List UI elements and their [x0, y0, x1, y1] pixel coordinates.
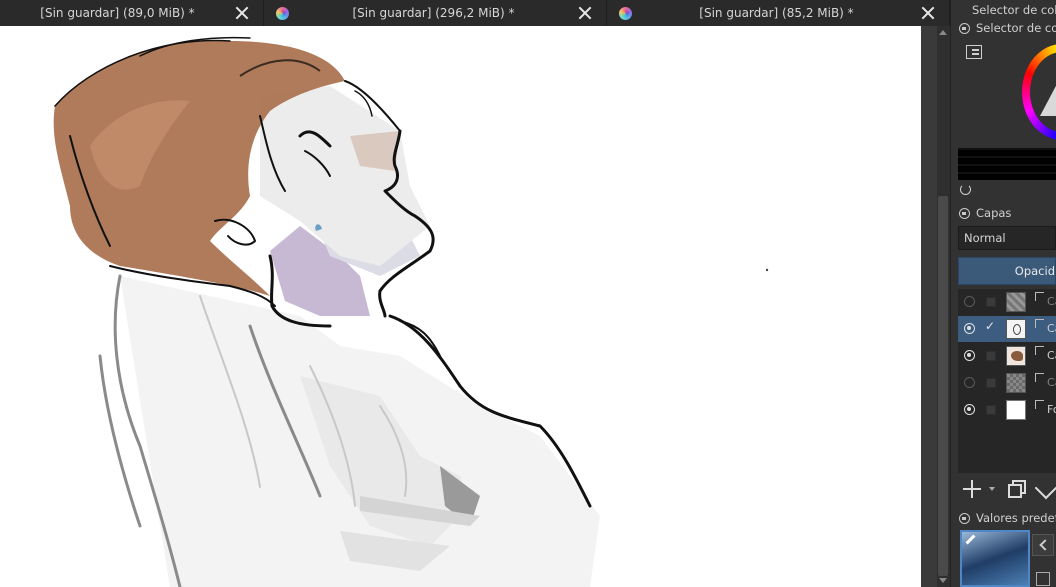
layer-checkbox[interactable] [986, 405, 996, 415]
layer-toolbar [958, 476, 1056, 502]
tab-title: [Sin guardar] (296,2 MiB) * [352, 6, 515, 20]
artwork [53, 36, 769, 587]
layer-row[interactable]: Ca [958, 289, 1056, 315]
layer-row[interactable]: Ca [958, 370, 1056, 396]
clip-icon [1035, 292, 1044, 301]
document-tab-bar: [Sin guardar] (89,0 MiB) * [Sin guardar]… [0, 0, 950, 26]
eye-icon[interactable] [964, 377, 975, 388]
clip-icon [1035, 346, 1044, 355]
document-tab-2[interactable]: [Sin guardar] (296,2 MiB) * [264, 0, 607, 26]
layer-thumbnail [1006, 292, 1026, 312]
eye-icon[interactable] [964, 404, 975, 415]
krita-icon [619, 6, 632, 20]
layer-thumbnail [1006, 400, 1026, 420]
color-history-strip[interactable] [958, 148, 1056, 180]
drawing-canvas[interactable] [0, 26, 921, 587]
layer-checkbox[interactable] [986, 351, 996, 361]
tab-title: [Sin guardar] (85,2 MiB) * [699, 6, 854, 20]
layer-name[interactable]: Ca [1047, 349, 1056, 362]
clip-icon [1035, 400, 1044, 409]
layer-name[interactable]: Ca [1047, 322, 1056, 335]
layer-checkbox[interactable] [986, 378, 996, 388]
tab-title: [Sin guardar] (89,0 MiB) * [40, 6, 195, 20]
layer-name[interactable]: Ca [1047, 376, 1056, 389]
close-icon[interactable] [578, 6, 592, 20]
eye-icon[interactable] [964, 323, 975, 334]
docker-title: Capas [976, 206, 1012, 220]
layer-thumbnail [1006, 373, 1026, 393]
layer-row[interactable]: Fo [958, 397, 1056, 423]
canvas-vertical-scrollbar[interactable] [921, 26, 950, 587]
lock-icon[interactable] [959, 512, 970, 524]
layer-checkbox[interactable] [986, 297, 996, 307]
layer-thumbnail [1006, 319, 1026, 339]
close-icon[interactable] [235, 6, 249, 20]
layer-name[interactable]: Fo [1047, 403, 1056, 416]
blend-mode-select[interactable]: Normal [958, 226, 1056, 250]
opacity-label: Opacid [1014, 264, 1055, 278]
layer-row[interactable]: Ca [958, 316, 1056, 342]
layers-header[interactable]: Capas [950, 203, 1056, 223]
layers-list: Ca Ca Ca Ca Fo [958, 289, 1056, 473]
document-tab-1[interactable]: [Sin guardar] (89,0 MiB) * [0, 0, 264, 26]
document-tab-3[interactable]: [Sin guardar] (85,2 MiB) * [607, 0, 950, 26]
previous-preset-button[interactable] [1032, 534, 1054, 556]
layer-name[interactable]: Ca [1047, 295, 1056, 308]
list-view-icon[interactable] [966, 45, 982, 59]
close-icon[interactable] [921, 6, 935, 20]
krita-icon [276, 6, 289, 20]
chevron-down-icon[interactable] [989, 487, 995, 491]
chevron-down-icon[interactable] [1034, 476, 1056, 500]
brush-presets-header[interactable]: Valores predef [950, 508, 1056, 528]
preset-view-icon[interactable] [1036, 572, 1050, 586]
eye-icon[interactable] [964, 350, 975, 361]
color-selector-header[interactable]: Selector de col [950, 18, 1056, 38]
duplicate-layer-icon[interactable] [1008, 480, 1026, 498]
lock-icon[interactable] [959, 22, 970, 34]
docker-title: Valores predef [976, 511, 1056, 525]
scroll-up-icon[interactable] [939, 30, 947, 35]
pencil-icon [965, 535, 975, 545]
color-triangle[interactable] [1040, 82, 1056, 116]
docker-title: Selector de col [976, 21, 1056, 35]
clip-icon [1035, 319, 1044, 328]
layer-thumbnail [1006, 346, 1026, 366]
layer-checkbox[interactable] [985, 319, 996, 334]
refresh-icon[interactable] [960, 184, 971, 195]
blend-mode-value: Normal [964, 231, 1006, 245]
scroll-down-icon[interactable] [939, 578, 947, 583]
clip-icon [1035, 373, 1044, 382]
scrollbar-thumb[interactable] [938, 196, 948, 576]
layer-row[interactable]: Ca [958, 343, 1056, 369]
docker-title: Selector de colo [972, 3, 1056, 17]
eye-icon[interactable] [964, 296, 975, 307]
lock-icon[interactable] [959, 207, 970, 219]
add-layer-icon[interactable] [963, 480, 981, 498]
opacity-slider[interactable]: Opacid [958, 257, 1056, 285]
color-selector-top-title: Selector de colo [950, 0, 1056, 20]
brush-preset-thumbnail[interactable] [960, 530, 1030, 587]
